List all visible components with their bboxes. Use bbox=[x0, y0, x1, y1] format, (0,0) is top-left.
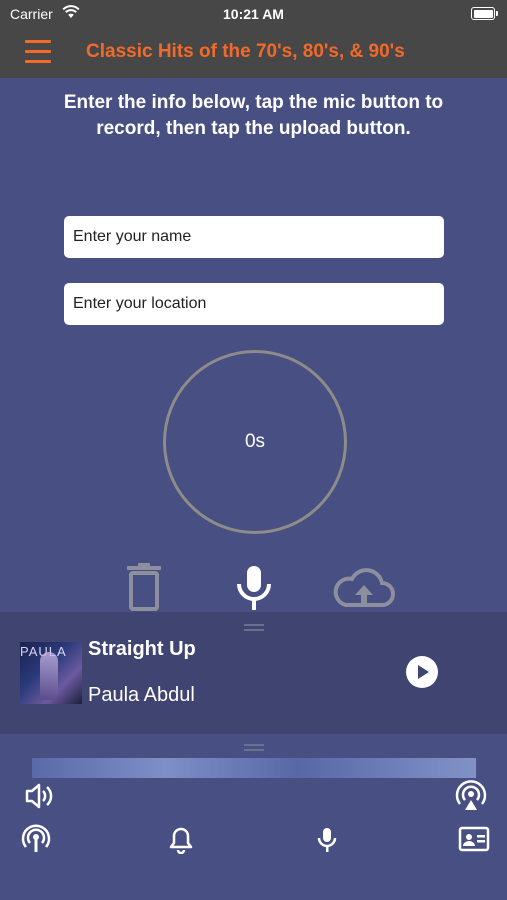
bell-icon[interactable] bbox=[168, 826, 194, 854]
instructions-text: Enter the info below, tap the mic button… bbox=[63, 92, 444, 139]
song-title: Straight Up bbox=[88, 638, 196, 660]
speaker-icon[interactable] bbox=[24, 782, 54, 810]
battery-icon bbox=[471, 7, 498, 20]
page-title: Classic Hits of the 70's, 80's, & 90's bbox=[86, 41, 405, 62]
location-input[interactable] bbox=[64, 283, 444, 325]
timer-value: 0s bbox=[244, 431, 266, 452]
drag-handle[interactable] bbox=[244, 624, 264, 631]
album-banner bbox=[32, 758, 476, 778]
microphone-icon[interactable] bbox=[315, 826, 339, 854]
status-time: 10:21 AM bbox=[223, 6, 284, 22]
name-input[interactable] bbox=[64, 216, 444, 258]
microphone-icon[interactable] bbox=[232, 564, 276, 612]
broadcast-icon[interactable] bbox=[21, 824, 51, 854]
song-artist: Paula Abdul bbox=[88, 684, 195, 706]
upload-cloud-icon[interactable] bbox=[332, 565, 396, 609]
drag-handle[interactable] bbox=[244, 744, 264, 751]
trash-icon[interactable] bbox=[124, 563, 164, 611]
play-button[interactable] bbox=[406, 656, 438, 688]
now-playing-panel[interactable]: PAULA Straight Up Paula Abdul bbox=[0, 612, 507, 734]
app-header: Classic Hits of the 70's, 80's, & 90's bbox=[0, 28, 507, 78]
airplay-icon[interactable] bbox=[455, 780, 487, 812]
album-art: PAULA bbox=[20, 642, 82, 704]
recording-timer: 0s bbox=[163, 350, 347, 534]
contact-card-icon[interactable] bbox=[458, 826, 490, 852]
status-bar: Carrier 10:21 AM bbox=[0, 0, 507, 28]
hamburger-menu-icon[interactable] bbox=[25, 38, 51, 66]
